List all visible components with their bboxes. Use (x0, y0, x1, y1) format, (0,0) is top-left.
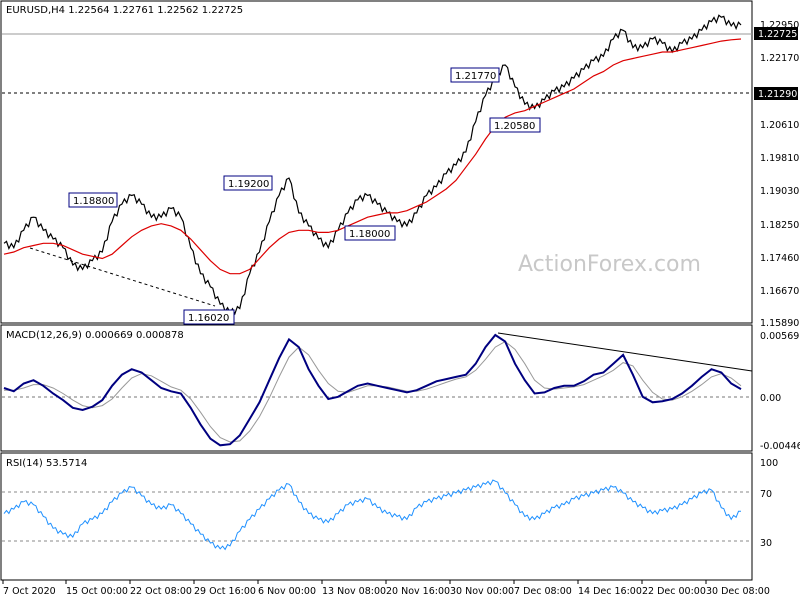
macd-tick: -0.00446 (760, 441, 800, 452)
x-tick-label: 13 Nov 08:00 (322, 586, 386, 597)
x-tick-label: 22 Oct 08:00 (130, 586, 192, 597)
x-tick-label: 30 Dec 08:00 (706, 586, 770, 597)
rsi-header: RSI(14) 53.5714 (6, 458, 87, 469)
annotation-1.19200: 1.19200 (223, 175, 273, 191)
rsi-tick: 70 (760, 489, 772, 500)
x-tick-label: 7 Oct 2020 (3, 586, 56, 597)
annotation-label: 1.18800 (73, 196, 114, 207)
macd-tick: 0.00 (760, 393, 781, 404)
watermark: ActionForex.com (518, 252, 701, 277)
price-tick: 1.22170 (760, 53, 799, 64)
rsi-tick: 100 (760, 458, 778, 469)
annotation-label: 1.18000 (349, 229, 390, 240)
x-tick-label: 14 Dec 16:00 (578, 586, 642, 597)
x-axis: 7 Oct 2020 15 Oct 00:00 22 Oct 08:00 29 … (3, 586, 770, 597)
annotation-label: 1.21770 (455, 71, 496, 82)
price-y-axis: 1.22950 1.22170 1.20610 1.19810 1.19030 … (760, 20, 799, 329)
annotation-1.16020: 1.16020 (183, 309, 235, 325)
x-tick-label: 20 Nov 16:00 (386, 586, 450, 597)
annotation-1.21770: 1.21770 (450, 67, 500, 83)
current-price-label: 1.22725 (758, 29, 797, 40)
x-tick-label: 29 Oct 16:00 (194, 586, 256, 597)
annotation-label: 1.16020 (188, 313, 229, 324)
x-tick-label: 7 Dec 08:00 (514, 586, 572, 597)
price-tick: 1.16670 (760, 286, 799, 297)
x-tick-label: 6 Nov 00:00 (258, 586, 316, 597)
macd-tick: 0.00569 (760, 331, 799, 342)
annotation-1.18800: 1.18800 (68, 192, 118, 208)
chart-canvas: ActionForex.com EURUSD,H4 1.22564 1.2276… (0, 0, 800, 597)
x-tick-label: 15 Oct 00:00 (66, 586, 128, 597)
price-tick: 1.20610 (760, 120, 799, 131)
price-tick: 1.17460 (760, 253, 799, 264)
annotation-label: 1.19200 (228, 179, 269, 190)
support-level-label: 1.21290 (758, 89, 797, 100)
price-tick: 1.15890 (760, 318, 799, 329)
x-tick-label: 30 Nov 00:00 (450, 586, 514, 597)
price-header: EURUSD,H4 1.22564 1.22761 1.22562 1.2272… (6, 5, 243, 16)
rsi-panel-frame (0, 452, 753, 581)
price-tick: 1.19810 (760, 153, 799, 164)
x-tick-label: 22 Dec 00:00 (642, 586, 706, 597)
macd-header: MACD(12,26,9) 0.000669 0.000878 (6, 330, 184, 341)
price-tick: 1.18250 (760, 220, 799, 231)
price-tick: 1.19030 (760, 186, 799, 197)
annotation-1.20580: 1.20580 (489, 117, 541, 133)
annotation-label: 1.20580 (494, 121, 535, 132)
annotation-1.18000: 1.18000 (344, 225, 396, 241)
rsi-tick: 30 (760, 538, 772, 549)
